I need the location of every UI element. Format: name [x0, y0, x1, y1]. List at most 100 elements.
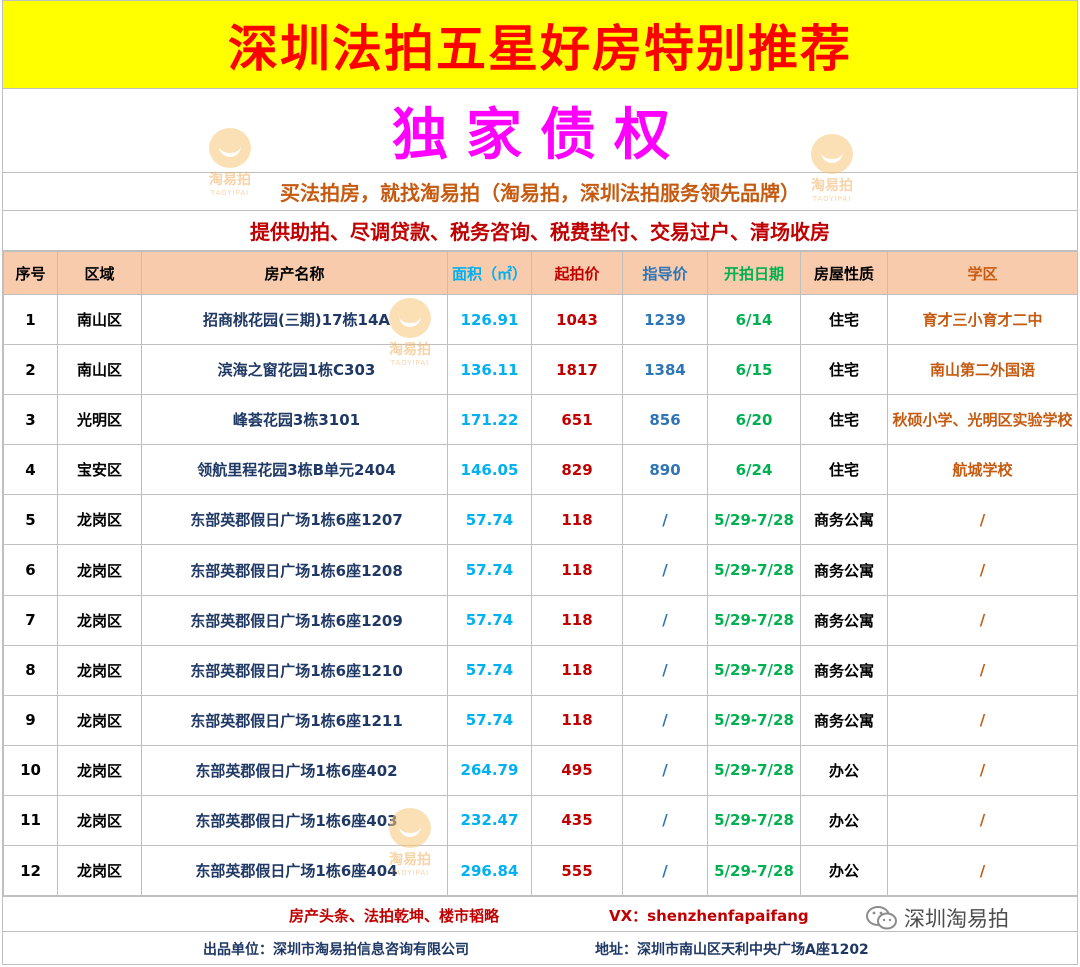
header-guide-price: 指导价 — [622, 251, 708, 295]
row-district: 龙岗区 — [57, 644, 142, 696]
row-guide-price: / — [622, 744, 708, 796]
row-district: 光明区 — [57, 394, 142, 446]
row-property-name: 东部英郡假日广场1栋6座402 — [141, 744, 448, 796]
slogan-row: 买法拍房，就找淘易拍（淘易拍，深圳法拍服务领先品牌） — [3, 173, 1077, 211]
row-start-price: 118 — [531, 694, 623, 746]
row-number: 6 — [3, 544, 58, 596]
row-property-type: 商务公寓 — [800, 694, 888, 746]
table-row: 4 宝安区 领航里程花园3栋B单元2404 146.05 829 890 6/24 住宅 航城学… — [3, 444, 1078, 496]
taoyipai-logo-watermark: 淘易拍 TAOYIPAI — [802, 134, 862, 203]
taoyipai-logo-icon — [389, 298, 431, 338]
row-auction-date: 5/29-7/28 — [707, 494, 801, 546]
row-property-name: 东部英郡假日广场1栋6座1210 — [141, 644, 448, 696]
row-number: 11 — [3, 794, 58, 847]
row-auction-date: 5/29-7/28 — [707, 544, 801, 596]
header-school-district: 学区 — [887, 251, 1078, 295]
row-start-price: 495 — [531, 744, 623, 796]
wechat-account-watermark: 深圳淘易拍 — [866, 903, 1009, 933]
row-number: 7 — [3, 594, 58, 646]
row-property-type: 商务公寓 — [800, 594, 888, 646]
row-district: 龙岗区 — [57, 544, 142, 596]
header-start-price: 起拍价 — [531, 251, 623, 295]
row-school-district: / — [887, 744, 1078, 796]
row-auction-date: 6/24 — [707, 444, 801, 496]
row-property-type: 住宅 — [800, 394, 888, 446]
row-start-price: 118 — [531, 644, 623, 696]
header-area: 面积（㎡） — [447, 251, 532, 295]
row-number: 2 — [3, 344, 58, 396]
row-start-price: 1817 — [531, 344, 623, 396]
row-area: 171.22 — [447, 394, 532, 446]
row-guide-price: / — [622, 794, 708, 847]
property-table: 序号 区域 房产名称 面积（㎡） 起拍价 指导价 开拍日期 房屋性质 学区 1南… — [3, 251, 1078, 897]
table-row: 3 光明区 峰荟花园3栋3101 171.22 651 856 6/20 住宅 秋硕小学、光明区… — [3, 394, 1078, 446]
row-auction-date: 6/20 — [707, 394, 801, 446]
row-area: 57.74 — [447, 494, 532, 546]
row-guide-price: 890 — [622, 444, 708, 496]
row-guide-price: / — [622, 845, 708, 897]
row-auction-date: 5/29-7/28 — [707, 644, 801, 696]
row-guide-price: / — [622, 544, 708, 596]
row-start-price: 118 — [531, 544, 623, 596]
row-area: 136.11 — [447, 344, 532, 396]
row-auction-date: 5/29-7/28 — [707, 794, 801, 847]
row-district: 龙岗区 — [57, 794, 142, 847]
header-district: 区域 — [57, 251, 142, 295]
row-start-price: 435 — [531, 794, 623, 847]
table-row: 10 龙岗区 东部英郡假日广场1栋6座402 264.79 495/5/29-7/28 办… — [3, 744, 1078, 796]
taoyipai-logo-icon — [209, 128, 251, 168]
row-auction-date: 5/29-7/28 — [707, 594, 801, 646]
row-school-district: / — [887, 494, 1078, 546]
wechat-icon — [866, 906, 897, 930]
footer-vx: VX：shenzhenfapaifang — [609, 907, 809, 925]
row-number: 5 — [3, 494, 58, 546]
title-banner: 深圳法拍五星好房特别推荐 — [3, 1, 1077, 89]
row-area: 57.74 — [447, 544, 532, 596]
row-school-district: 南山第二外国语 — [887, 344, 1078, 396]
table-row: 7 龙岗区 东部英郡假日广场1栋6座1209 57.74 118/5/29-7/28 商务… — [3, 594, 1078, 646]
footer-address: 地址：深圳市南山区天利中央广场A座1202 — [595, 942, 869, 958]
row-guide-price: / — [622, 694, 708, 746]
footer-producer: 出品单位：深圳市淘易拍信息咨询有限公司 — [203, 942, 469, 958]
row-auction-date: 6/14 — [707, 293, 801, 346]
table-row: 11 龙岗区 东部英郡假日广场1栋6座403 232.47 435/5/29-7/28 办… — [3, 794, 1078, 847]
row-auction-date: 5/29-7/28 — [707, 744, 801, 796]
row-area: 57.74 — [447, 644, 532, 696]
row-number: 3 — [3, 394, 58, 446]
row-guide-price: / — [622, 644, 708, 696]
footer-info-row: 出品单位：深圳市淘易拍信息咨询有限公司 地址：深圳市南山区天利中央广场A座120… — [3, 932, 1077, 964]
table-row: 5 龙岗区 东部英郡假日广场1栋6座1207 57.74 118/5/29-7/28 商务… — [3, 494, 1078, 546]
header-name: 房产名称 — [141, 251, 448, 295]
row-start-price: 555 — [531, 845, 623, 897]
row-property-type: 住宅 — [800, 293, 888, 346]
row-start-price: 118 — [531, 594, 623, 646]
row-school-district: / — [887, 644, 1078, 696]
row-number: 12 — [3, 845, 58, 897]
services-text: 提供助拍、尽调贷款、税务咨询、税费垫付、交易过户、清场收房 — [250, 220, 830, 244]
row-district: 龙岗区 — [57, 744, 142, 796]
row-area: 57.74 — [447, 694, 532, 746]
row-district: 南山区 — [57, 344, 142, 396]
page-subtitle: 独家债权 — [392, 103, 688, 168]
header-no: 序号 — [3, 251, 58, 295]
row-district: 龙岗区 — [57, 594, 142, 646]
table-row: 1 南山区 招商桃花园(三期)17栋14A 126.91 1043 1239 6/14 住宅育… — [3, 293, 1078, 346]
row-property-name: 东部英郡假日广场1栋6座1207 — [141, 494, 448, 546]
taoyipai-logo-icon — [389, 808, 431, 848]
row-property-name: 东部英郡假日广场1栋6座1209 — [141, 594, 448, 646]
taoyipai-logo-watermark: 淘易拍 TAOYIPAI — [380, 808, 440, 877]
row-school-district: / — [887, 845, 1078, 897]
row-start-price: 651 — [531, 394, 623, 446]
row-area: 264.79 — [447, 744, 532, 796]
row-school-district: 航城学校 — [887, 444, 1078, 496]
row-auction-date: 5/29-7/28 — [707, 694, 801, 746]
table-row: 6 龙岗区 东部英郡假日广场1栋6座1208 57.74 118/5/29-7/28 商务… — [3, 544, 1078, 596]
row-guide-price: 856 — [622, 394, 708, 446]
slogan-text: 买法拍房，就找淘易拍（淘易拍，深圳法拍服务领先品牌） — [280, 181, 800, 205]
row-school-district: / — [887, 544, 1078, 596]
wechat-account-name: 深圳淘易拍 — [904, 907, 1009, 931]
row-school-district: / — [887, 794, 1078, 847]
header-auction-date: 开拍日期 — [707, 251, 801, 295]
row-area: 296.84 — [447, 845, 532, 897]
row-property-name: 领航里程花园3栋B单元2404 — [141, 444, 448, 496]
